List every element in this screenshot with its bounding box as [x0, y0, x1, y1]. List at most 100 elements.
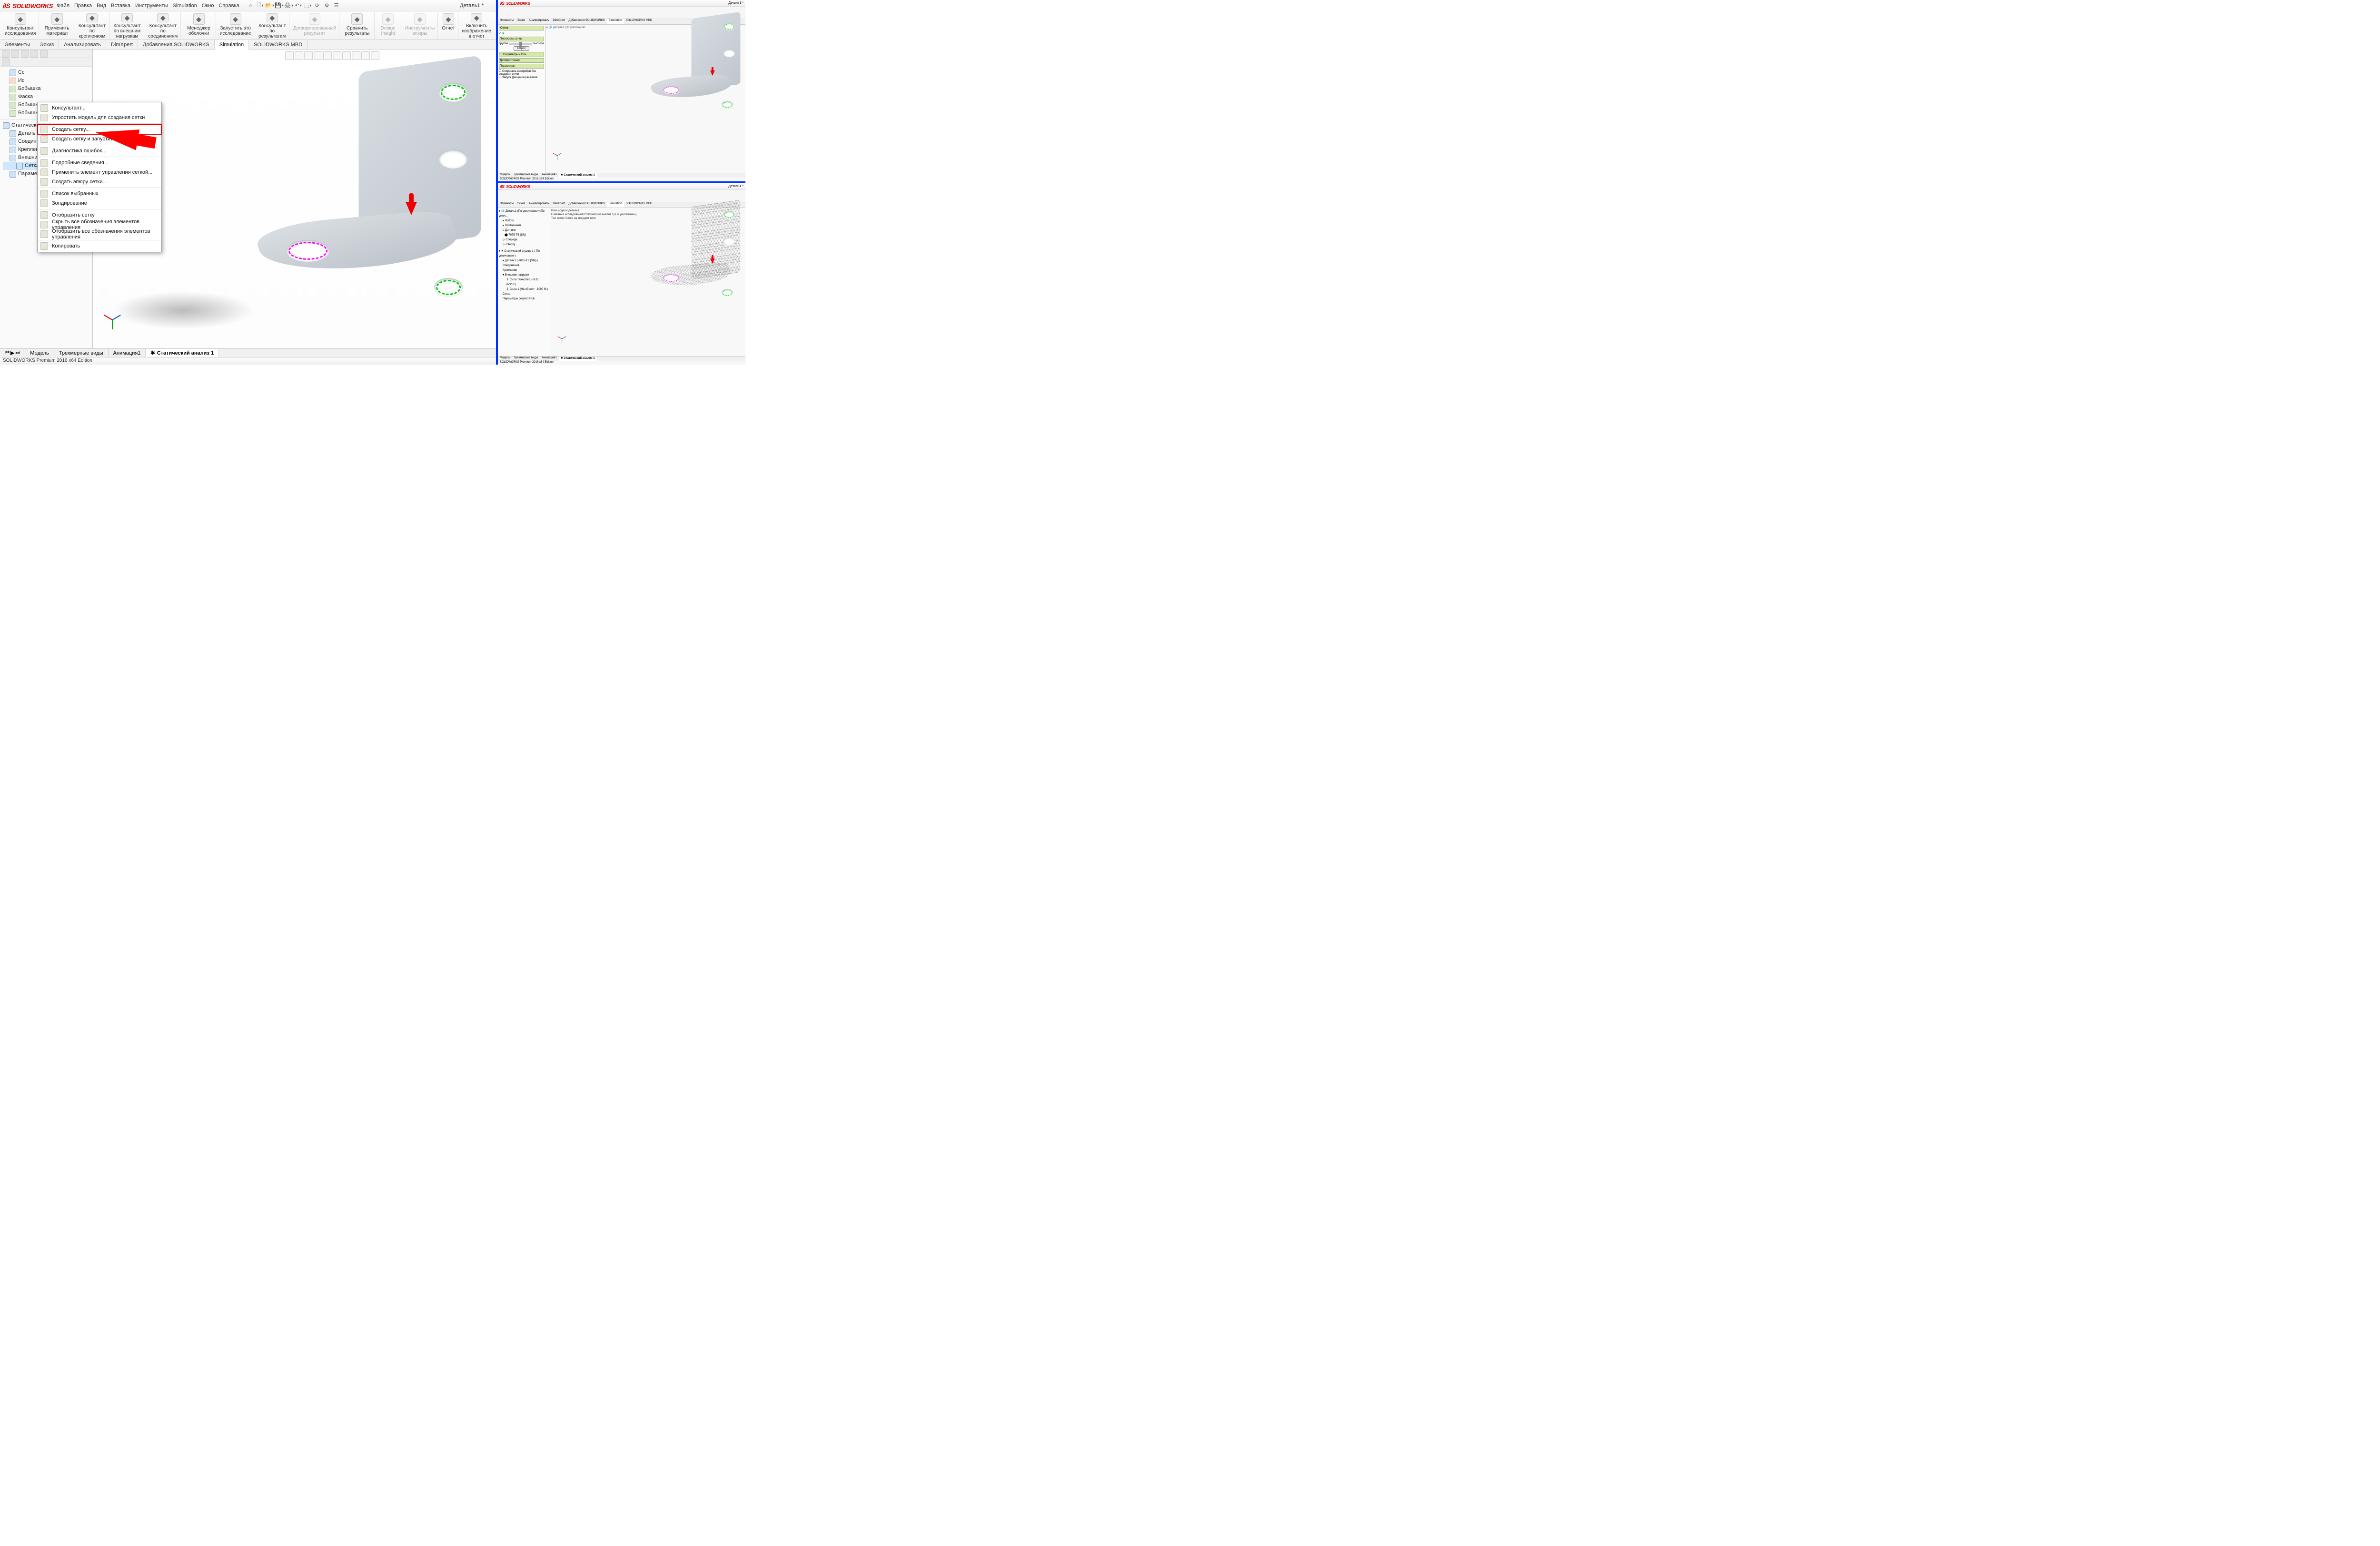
- orientation-triad[interactable]: [102, 310, 121, 329]
- scene-icon[interactable]: [361, 51, 370, 60]
- ribbon-advisor[interactable]: ◆Консультант исследования: [2, 12, 39, 39]
- undo-icon[interactable]: ↶: [295, 2, 302, 10]
- tab-добавления-solidworks[interactable]: Добавления SOLIDWORKS: [138, 40, 215, 49]
- menu-item-label: Подробные сведения...: [52, 160, 109, 166]
- fm-tab-icon[interactable]: [11, 50, 19, 58]
- menu-item-label: Зондирование: [52, 200, 87, 206]
- menu-item-icon: [40, 190, 48, 198]
- rewind-icon[interactable]: ⏮: [5, 350, 10, 356]
- motion-tab[interactable]: Анимация1: [109, 349, 146, 357]
- advisor-icon: ◆: [15, 13, 26, 25]
- tab-анализировать[interactable]: Анализировать: [59, 40, 106, 49]
- compare-icon: ◆: [351, 13, 363, 25]
- print-icon[interactable]: 🖨: [285, 2, 293, 10]
- menu-insert[interactable]: Вставка: [111, 3, 130, 9]
- ctx-упростить-модель-для-создания-[interactable]: Упростить модель для создания сетки: [38, 113, 161, 122]
- ribbon-loads[interactable]: ◆Консультант по внешним нагрузкам: [110, 12, 145, 39]
- options-icon[interactable]: ⚙: [323, 2, 331, 10]
- ribbon-label: Design Insight: [378, 26, 398, 36]
- ribbon-shell[interactable]: ◆Менеджер оболочки: [182, 12, 216, 39]
- opt1[interactable]: ☐ Сохранить настройки без создания сетки: [499, 69, 544, 76]
- view-settings-icon[interactable]: [371, 51, 379, 60]
- view-orient-icon[interactable]: [323, 51, 332, 60]
- ctx-отобразить-все-обозначения-эле[interactable]: Отобразить все обозначения элементов упр…: [38, 229, 161, 239]
- ctx-консультант-[interactable]: Консультант...: [38, 103, 161, 113]
- feature-node[interactable]: Бобышка: [3, 85, 91, 93]
- ctx-создать-эпюру-сетки-[interactable]: Создать эпюру сетки...: [38, 177, 161, 187]
- zoom-area-icon[interactable]: [295, 51, 303, 60]
- sim-node-icon: [10, 147, 16, 153]
- display-style-icon[interactable]: [333, 51, 341, 60]
- opt2[interactable]: ☐ Запуск (решение) анализа: [499, 76, 544, 79]
- tab-solidworks-mbd[interactable]: SOLIDWORKS MBD: [249, 40, 307, 49]
- section-icon[interactable]: [314, 51, 322, 60]
- results-icon: ◆: [267, 13, 278, 22]
- feature-node[interactable]: Фаска: [3, 93, 91, 101]
- feature-node[interactable]: Сс: [3, 69, 91, 77]
- ribbon-label: Применить материал: [43, 26, 71, 36]
- feature-node[interactable]: Ис: [3, 77, 91, 85]
- play-icon[interactable]: ▶: [10, 350, 14, 356]
- ribbon-label: Инструменты эпюры: [405, 26, 435, 36]
- ribbon-label: Консультант по креплениям: [78, 23, 106, 39]
- ctx-подробные-сведения-[interactable]: Подробные сведения...: [38, 158, 161, 168]
- save-icon[interactable]: 💾: [276, 2, 283, 10]
- settings-icon[interactable]: ☰: [333, 2, 340, 10]
- feature-icon: [10, 86, 16, 92]
- motion-tab[interactable]: Модель: [25, 349, 54, 357]
- fm-tab-icon[interactable]: [30, 50, 38, 58]
- menu-item-icon: [40, 159, 48, 167]
- ctx-отобразить-сетку[interactable]: Отобразить сетку: [38, 210, 161, 220]
- fm-tab-icon[interactable]: [40, 50, 48, 58]
- ribbon-fixtures[interactable]: ◆Консультант по креплениям: [75, 12, 109, 39]
- menu-edit[interactable]: Правка: [74, 3, 92, 9]
- ok-icon[interactable]: ✔ ✖: [499, 31, 544, 36]
- ffwd-icon[interactable]: ⏭: [15, 350, 20, 356]
- ctx-диагностика-ошибок-[interactable]: Диагностика ошибок...: [38, 146, 161, 156]
- ribbon-report[interactable]: ◆Отчет: [439, 12, 458, 39]
- thumb-meshed: ∂S SOLIDWORKS Деталь1 * ЭлементыЭскизАна…: [498, 183, 745, 365]
- ribbon-material[interactable]: ◆Применить материал: [40, 12, 74, 39]
- menu-help[interactable]: Справка: [218, 3, 239, 9]
- new-icon[interactable]: 🗋: [257, 2, 264, 10]
- motion-tab[interactable]: Трехмерные виды: [54, 349, 109, 357]
- fm-tab-icon[interactable]: [2, 50, 10, 58]
- open-icon[interactable]: 📂: [266, 2, 274, 10]
- ctx-применить-элемент-управления-с[interactable]: Применить элемент управления сеткой...: [38, 168, 161, 177]
- menu-window[interactable]: Окно: [202, 3, 214, 9]
- ribbon-run[interactable]: ◆Запустить это исследование: [217, 12, 255, 39]
- btab-controls[interactable]: ⏮ ▶ ⏭: [0, 349, 25, 357]
- density-slider[interactable]: [509, 43, 532, 45]
- appearance-icon[interactable]: [352, 51, 360, 60]
- panel-title: Сетка: [499, 26, 544, 30]
- tab-элементы[interactable]: Элементы: [0, 40, 35, 49]
- ctx-скрыть-все-обозначения-элемент[interactable]: Скрыть все обозначения элементов управле…: [38, 220, 161, 229]
- prev-view-icon[interactable]: [304, 51, 313, 60]
- zoom-fit-icon[interactable]: [285, 51, 294, 60]
- menu-tools[interactable]: Инструменты: [135, 3, 168, 9]
- menu-item-label: Копировать: [52, 243, 80, 249]
- motion-tab[interactable]: ✱ Статический анализ 1: [146, 349, 219, 357]
- menu-file[interactable]: Файл: [57, 3, 69, 9]
- ctx-список-выбранных[interactable]: Список выбранных: [38, 189, 161, 198]
- ribbon-connections[interactable]: ◆Консультант по соединениям: [145, 12, 181, 39]
- tab-эскиз[interactable]: Эскиз: [35, 40, 59, 49]
- ribbon-results[interactable]: ◆Консультант по результатам: [255, 12, 289, 39]
- home-icon[interactable]: ⌂: [247, 2, 255, 10]
- ctx-зондирование[interactable]: Зондирование: [38, 198, 161, 208]
- rebuild-icon[interactable]: ⟳: [314, 2, 321, 10]
- menu-view[interactable]: Вид: [97, 3, 106, 9]
- tab-dimxpert[interactable]: DimXpert: [106, 40, 138, 49]
- menu-simulation[interactable]: Simulation: [173, 3, 197, 9]
- ribbon-include[interactable]: ◆Включить изображение в отчет: [459, 12, 494, 39]
- ribbon-compare[interactable]: ◆Сравнить результаты: [340, 12, 375, 39]
- select-icon[interactable]: ⬚: [304, 2, 312, 10]
- reset-button[interactable]: Сброс: [514, 46, 529, 51]
- tab-simulation[interactable]: Simulation: [215, 40, 249, 50]
- fm-tab-icon[interactable]: [21, 50, 29, 58]
- viewport-mini-meshed: Имя модели:Деталь1 Название исследования…: [550, 208, 745, 356]
- ctx-копировать[interactable]: Копировать: [38, 241, 161, 251]
- funnel-icon[interactable]: [2, 59, 10, 66]
- material-icon: ◆: [51, 13, 63, 25]
- hide-show-icon[interactable]: [342, 51, 351, 60]
